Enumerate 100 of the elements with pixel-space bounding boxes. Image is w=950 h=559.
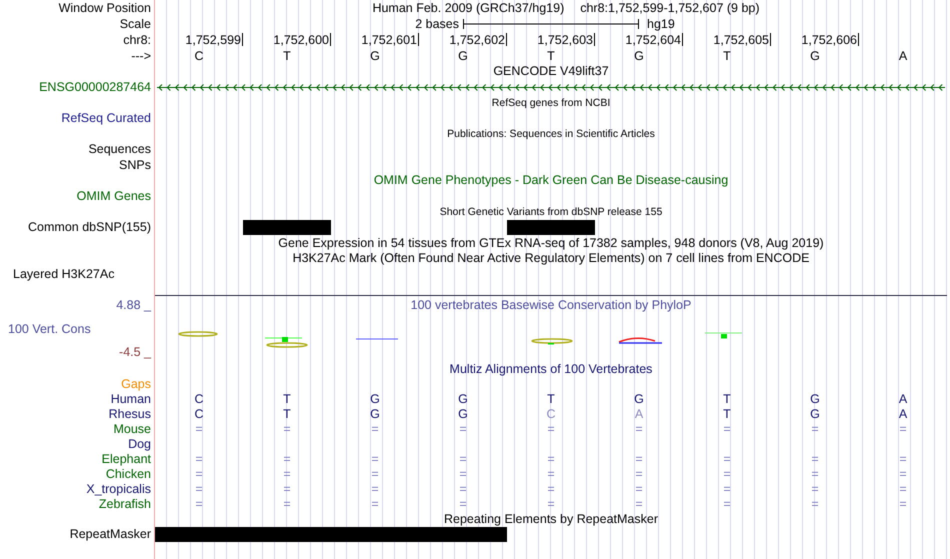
aligned-base: = xyxy=(195,452,203,466)
aligned-base: = xyxy=(195,467,203,482)
tick-mark xyxy=(682,33,683,46)
track-title: Publications: Sequences in Scientific Articles xyxy=(447,128,655,140)
aligned-base: = xyxy=(899,482,907,496)
position-label: 1,752,599 xyxy=(185,33,241,47)
aligned-base: A xyxy=(634,407,644,422)
base-letter: G xyxy=(458,49,468,63)
aligned-base: C xyxy=(546,407,556,422)
aligned-base: = xyxy=(635,497,643,512)
base-letter: G xyxy=(634,49,644,63)
tick-mark xyxy=(506,33,507,46)
base-letter: G xyxy=(810,49,820,63)
track-label: Rhesus xyxy=(108,407,151,422)
track-label: Chicken xyxy=(106,467,151,482)
axis-min-label: -4.5 _ xyxy=(119,345,151,360)
track-title: OMIM Gene Phenotypes - Dark Green Can Be Disease-causing xyxy=(374,173,728,188)
tick-mark xyxy=(418,33,419,46)
aligned-base: = xyxy=(459,422,467,436)
aligned-base: = xyxy=(283,497,291,512)
aligned-base: = xyxy=(195,497,203,512)
track-label: ENSG00000287464 xyxy=(39,80,151,94)
aligned-base: = xyxy=(547,482,555,496)
aligned-base: = xyxy=(283,422,291,436)
track-title: H3K27Ac Mark (Often Found Near Active Regulatory Elements) on 7 cell lines from ENCODE xyxy=(292,251,810,266)
track-title: 100 vertebrates Basewise Conservation by PhyloP xyxy=(410,298,692,312)
tick-mark xyxy=(858,33,859,46)
track-label: Window Position xyxy=(58,1,151,15)
position-range: chr8:1,752,599-1,752,607 (9 bp) xyxy=(580,0,760,16)
aligned-base: = xyxy=(459,482,467,496)
track-label: Elephant xyxy=(102,452,151,466)
assembly-label: Human Feb. 2009 (GRCh37/hg19) xyxy=(372,0,564,16)
track-label: chr8: xyxy=(123,33,151,47)
base-letter: T xyxy=(547,49,555,63)
position-label: 1,752,604 xyxy=(625,33,681,47)
aligned-base: T xyxy=(283,392,291,406)
base-letter: C xyxy=(194,49,204,63)
aligned-base: A xyxy=(898,392,908,406)
aligned-base: = xyxy=(459,497,467,512)
aligned-base: = xyxy=(283,467,291,482)
aligned-base: = xyxy=(811,482,819,496)
track-title: Short Genetic Variants from dbSNP release 155 xyxy=(440,206,662,218)
track-title: GENCODE V49lift37 xyxy=(493,64,609,78)
assembly-name: hg19 xyxy=(647,17,675,31)
aligned-base: = xyxy=(547,497,555,512)
aligned-base: A xyxy=(898,407,908,422)
aligned-base: T xyxy=(283,407,291,422)
aligned-base: = xyxy=(811,452,819,466)
aligned-base: = xyxy=(459,467,467,482)
tick-mark xyxy=(330,33,331,46)
aligned-base: = xyxy=(371,467,379,482)
track-label: Sequences xyxy=(88,142,151,156)
scale-label: 2 bases xyxy=(415,17,459,31)
track-label: RefSeq Curated xyxy=(61,110,151,125)
aligned-base: = xyxy=(371,482,379,496)
position-label: 1,752,602 xyxy=(449,33,505,47)
base-letter: T xyxy=(723,49,731,63)
track-label: X_tropicalis xyxy=(86,482,151,496)
aligned-base: = xyxy=(547,422,555,436)
aligned-base: = xyxy=(723,422,731,436)
track-label: Layered H3K27Ac xyxy=(13,266,114,281)
track-label: Human xyxy=(110,392,151,406)
aligned-base: = xyxy=(371,452,379,466)
track-label: Dog xyxy=(128,437,151,452)
aligned-base: = xyxy=(195,482,203,496)
position-label: 1,752,606 xyxy=(801,33,857,47)
aligned-base: = xyxy=(811,422,819,436)
aligned-base: = xyxy=(899,422,907,436)
base-letter: A xyxy=(898,49,908,63)
track-label: Zebrafish xyxy=(98,497,151,512)
track-label: Gaps xyxy=(121,377,151,392)
track-title: RefSeq genes from NCBI xyxy=(492,97,610,110)
tick-mark xyxy=(770,33,771,46)
aligned-base: G xyxy=(458,392,468,406)
aligned-base: T xyxy=(723,392,731,406)
track-label: Mouse xyxy=(113,422,151,436)
track-label: ---> xyxy=(131,49,151,63)
aligned-base: = xyxy=(283,482,291,496)
aligned-base: G xyxy=(458,407,468,422)
track-label: Scale xyxy=(120,17,151,31)
aligned-base: = xyxy=(811,467,819,482)
aligned-base: = xyxy=(899,452,907,466)
aligned-base: = xyxy=(723,482,731,496)
aligned-base: = xyxy=(635,482,643,496)
aligned-base: = xyxy=(459,452,467,466)
track-label: 100 Vert. Cons xyxy=(8,322,91,336)
aligned-base: = xyxy=(723,497,731,512)
aligned-base: = xyxy=(899,467,907,482)
position-label: 1,752,603 xyxy=(537,33,593,47)
aligned-base: = xyxy=(899,497,907,512)
aligned-base: T xyxy=(547,392,555,406)
aligned-base: = xyxy=(635,452,643,466)
aligned-base: = xyxy=(283,452,291,466)
track-label: SNPs xyxy=(119,158,151,172)
aligned-base: = xyxy=(195,422,203,436)
aligned-base: = xyxy=(371,422,379,436)
aligned-base: G xyxy=(810,407,820,422)
position-label: 1,752,605 xyxy=(713,33,769,47)
aligned-base: = xyxy=(547,467,555,482)
track-label: RepeatMasker xyxy=(70,527,151,542)
